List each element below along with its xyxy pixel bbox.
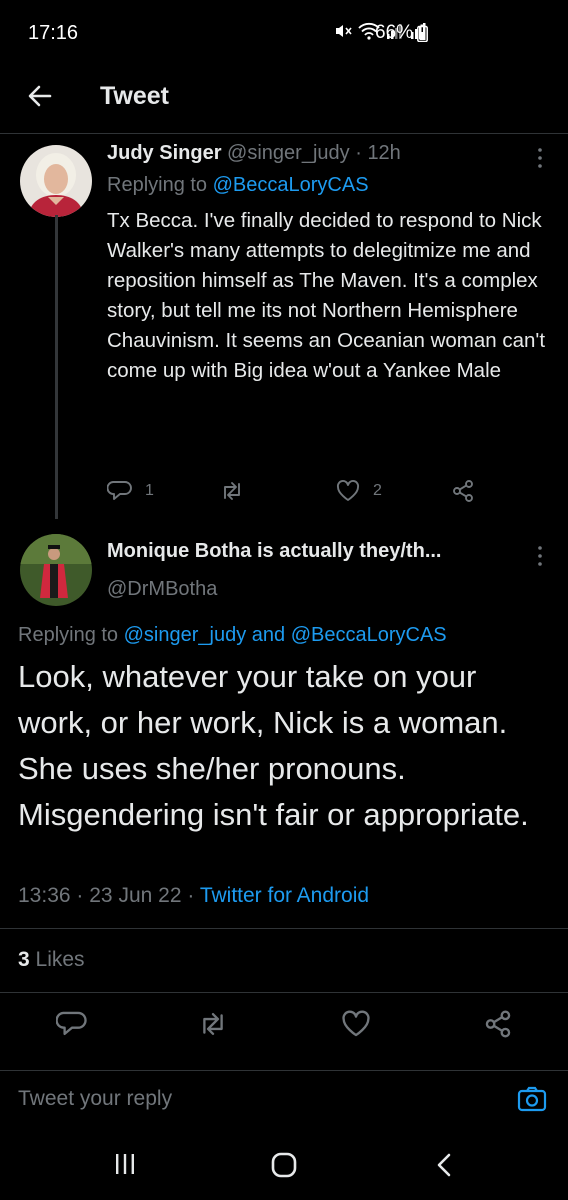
avatar-monique-botha[interactable] — [20, 534, 92, 606]
replying-and: and — [251, 624, 286, 646]
like-count: 2 — [373, 482, 382, 499]
reply-action[interactable]: 1 — [107, 478, 154, 504]
retweet-action[interactable] — [219, 478, 245, 504]
battery-icon — [417, 24, 428, 42]
likes-count: 3 — [18, 948, 30, 971]
meta-separator: · — [76, 884, 84, 907]
likes-summary[interactable]: 3 Likes — [18, 948, 85, 972]
divider — [0, 928, 568, 929]
heart-icon — [336, 480, 360, 501]
thread-connector-line — [55, 215, 58, 519]
home-icon[interactable] — [270, 1152, 298, 1178]
back-nav-icon[interactable] — [434, 1152, 454, 1178]
tweet-time[interactable]: 12h — [367, 142, 400, 164]
tweet-time[interactable]: 13:36 — [18, 884, 71, 907]
author-name[interactable]: Monique Botha is actually they/th... — [107, 540, 441, 563]
replying-prefix: Replying to — [107, 174, 208, 196]
share-action[interactable] — [450, 478, 476, 504]
author-handle[interactable]: @DrMBotha — [107, 578, 217, 601]
share-icon — [453, 480, 473, 502]
replying-to-link[interactable]: @BeccaLoryCAS — [213, 174, 369, 196]
mute-icon — [336, 25, 352, 37]
divider — [0, 992, 568, 993]
more-vertical-icon[interactable] — [536, 146, 544, 170]
likes-label: Likes — [35, 948, 85, 971]
status-bar: 17:16 66% — [0, 0, 568, 64]
reply-input[interactable]: Tweet your reply — [18, 1087, 172, 1111]
author-name[interactable]: Judy Singer — [107, 142, 221, 164]
meta-separator: · — [187, 884, 195, 907]
reply-icon — [107, 481, 132, 500]
tweet1-actions: 1 2 — [107, 476, 487, 506]
tweet2-actions — [0, 1008, 568, 1044]
battery-percent: 66% — [375, 22, 414, 43]
tweet1-header: Judy Singer @singer_judy · 12h — [107, 142, 401, 165]
back-arrow-icon[interactable] — [24, 80, 56, 112]
reply-bar: Tweet your reply — [0, 1070, 568, 1130]
more-vertical-icon[interactable] — [536, 544, 544, 568]
avatar-image — [20, 534, 92, 606]
share-icon[interactable] — [482, 1008, 514, 1040]
status-time: 17:16 — [28, 22, 79, 44]
retweet-icon — [224, 482, 240, 500]
replying-to-link-2[interactable]: @BeccaLoryCAS — [291, 624, 447, 646]
like-action[interactable]: 2 — [335, 478, 382, 504]
tweet-client-link[interactable]: Twitter for Android — [200, 884, 369, 907]
avatar-judy-singer[interactable] — [20, 145, 92, 217]
replying-to-line: Replying to @BeccaLoryCAS — [107, 174, 369, 197]
tweet-date[interactable]: 23 Jun 22 — [89, 884, 181, 907]
time-separator: · — [355, 142, 362, 164]
reply-icon[interactable] — [56, 1008, 88, 1040]
camera-icon[interactable] — [516, 1083, 548, 1115]
header: Tweet — [0, 64, 568, 134]
replying-to-link-1[interactable]: @singer_judy — [124, 624, 247, 646]
system-nav-bar — [0, 1130, 568, 1200]
heart-icon[interactable] — [340, 1008, 372, 1040]
tweet2-body: Look, whatever your take on your work, o… — [18, 659, 529, 832]
recent-apps-icon[interactable] — [113, 1152, 137, 1176]
retweet-icon[interactable] — [197, 1008, 229, 1040]
author-handle[interactable]: @singer_judy — [227, 142, 350, 164]
tweet1-body: Tx Becca. I've finally decided to respon… — [107, 209, 546, 382]
replying-to-line: Replying to @singer_judy and @BeccaLoryC… — [18, 624, 447, 647]
battery-indicator: 66% — [375, 22, 428, 44]
replying-prefix: Replying to — [18, 624, 119, 646]
reply-count: 1 — [145, 482, 154, 499]
page-title: Tweet — [100, 82, 169, 110]
tweet-meta: 13:36 · 23 Jun 22 · Twitter for Android — [18, 884, 369, 908]
avatar-image — [20, 145, 92, 217]
